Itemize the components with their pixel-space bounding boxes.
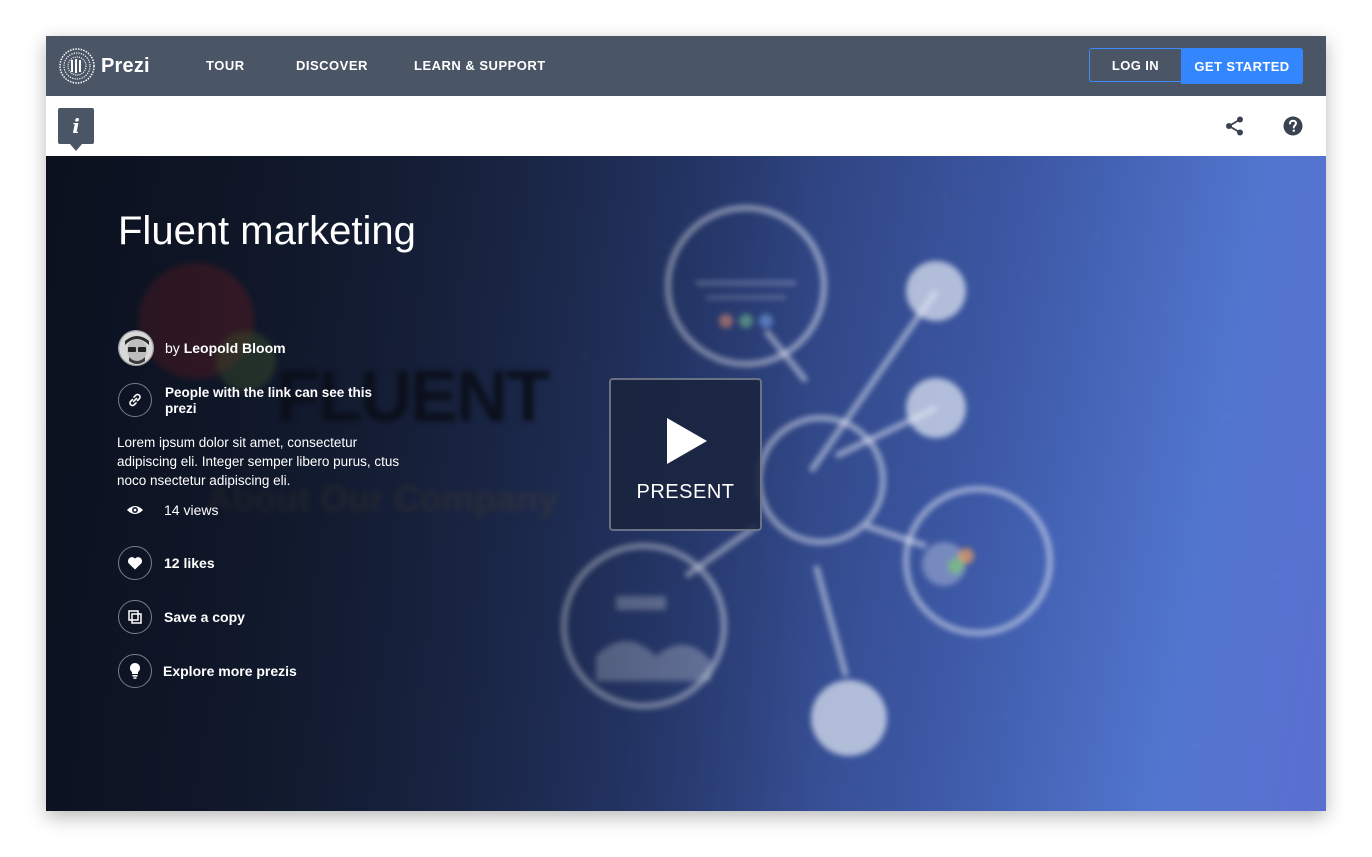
views-count: 14 views: [164, 502, 219, 518]
lightbulb-icon: [130, 663, 140, 679]
log-in-button[interactable]: LOG IN: [1089, 48, 1181, 82]
get-started-button[interactable]: GET STARTED: [1181, 48, 1303, 84]
logo-text: Prezi: [101, 54, 150, 77]
author-prefix: by: [165, 340, 180, 356]
top-nav: Prezi TOUR DISCOVER LEARN & SUPPORT LOG …: [46, 36, 1326, 96]
visibility-row: People with the link can see this prezi: [118, 383, 375, 417]
present-label: PRESENT: [636, 481, 735, 503]
nav-link-tour[interactable]: TOUR: [206, 58, 245, 73]
like-button[interactable]: [118, 546, 152, 580]
info-button[interactable]: i: [58, 108, 94, 144]
play-icon: [667, 418, 707, 464]
eye-icon-wrap: [118, 504, 152, 516]
nav-link-learn-support[interactable]: LEARN & SUPPORT: [414, 58, 546, 73]
info-pointer: [70, 144, 82, 151]
nav-link-discover[interactable]: DISCOVER: [296, 58, 368, 73]
link-icon: [129, 393, 141, 407]
explore-row[interactable]: Explore more prezis: [118, 654, 297, 688]
visibility-text: People with the link can see this prezi: [165, 385, 373, 416]
eye-icon: [127, 506, 143, 514]
share-icon[interactable]: [1224, 115, 1246, 137]
prezi-logo-icon: [59, 48, 95, 84]
author-name[interactable]: Leopold Bloom: [184, 340, 286, 356]
explore-button[interactable]: [118, 654, 152, 688]
prezi-window: Prezi TOUR DISCOVER LEARN & SUPPORT LOG …: [46, 36, 1326, 811]
copy-icon: [128, 610, 142, 624]
presentation-stage: FLUENT About Our Company Fluent marketin…: [46, 156, 1326, 811]
info-icon: i: [72, 114, 80, 138]
avatar[interactable]: [118, 330, 154, 366]
present-button[interactable]: PRESENT: [609, 378, 762, 531]
save-copy-label[interactable]: Save a copy: [164, 609, 245, 625]
presentation-title: Fluent marketing: [118, 209, 416, 253]
author-text: by Leopold Bloom: [165, 340, 286, 356]
prezi-logo[interactable]: Prezi: [59, 48, 150, 84]
explore-label[interactable]: Explore more prezis: [163, 663, 297, 679]
author-row[interactable]: by Leopold Bloom: [118, 330, 286, 366]
presentation-description: Lorem ipsum dolor sit amet, consectetur …: [117, 435, 400, 488]
save-copy-row[interactable]: Save a copy: [118, 600, 245, 634]
likes-row[interactable]: 12 likes: [118, 546, 215, 580]
likes-count: 12 likes: [164, 555, 215, 571]
avatar-image: [119, 331, 153, 365]
toolbar: i: [46, 96, 1326, 156]
views-row: 14 views: [118, 502, 218, 518]
save-copy-button[interactable]: [118, 600, 152, 634]
help-icon[interactable]: [1283, 116, 1303, 136]
heart-icon: [127, 557, 143, 570]
link-icon-wrap: [118, 383, 152, 417]
